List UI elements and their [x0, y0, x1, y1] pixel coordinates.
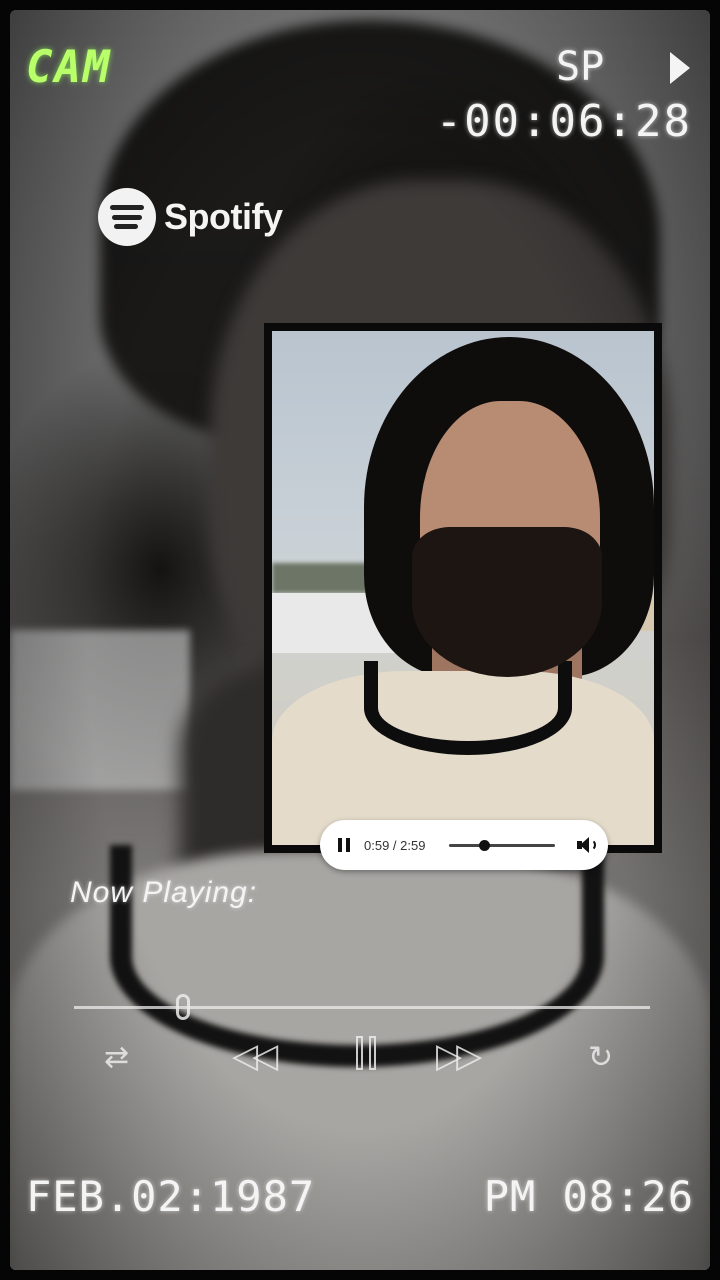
volume-icon[interactable] [577, 836, 597, 854]
seek-knob[interactable] [479, 839, 491, 851]
vhs-time: PM 08:26 [483, 1172, 694, 1221]
shuffle-icon[interactable]: ⇄ [104, 1040, 129, 1075]
vhs-progress-track[interactable] [74, 1006, 650, 1009]
tape-counter: -00:06:28 [435, 96, 692, 147]
pause-icon[interactable] [356, 1036, 382, 1079]
vhs-progress-knob[interactable] [176, 994, 191, 1020]
spotify-brand: Spotify [98, 188, 283, 246]
cam-label: CAM [26, 42, 112, 93]
spotify-wordmark: Spotify [164, 196, 283, 237]
spotify-icon [98, 188, 156, 246]
mini-audio-player: 0:59 / 2:59 [320, 820, 608, 870]
play-icon [670, 52, 690, 84]
portrait-photo [272, 331, 654, 845]
seek-bar[interactable] [449, 839, 556, 851]
now-playing-label: Now Playing: [70, 876, 258, 909]
album-art-card [264, 323, 662, 853]
vhs-date: FEB.02:1987 [26, 1172, 316, 1221]
rewind-icon[interactable]: ◁◁ [232, 1036, 278, 1076]
playback-time: 0:59 / 2:59 [364, 837, 426, 853]
repeat-icon[interactable]: ↻ [588, 1040, 613, 1075]
speed-label: SP [556, 44, 605, 90]
fast-forward-icon[interactable]: ▷▷ [436, 1036, 482, 1076]
pause-icon[interactable] [338, 838, 352, 852]
